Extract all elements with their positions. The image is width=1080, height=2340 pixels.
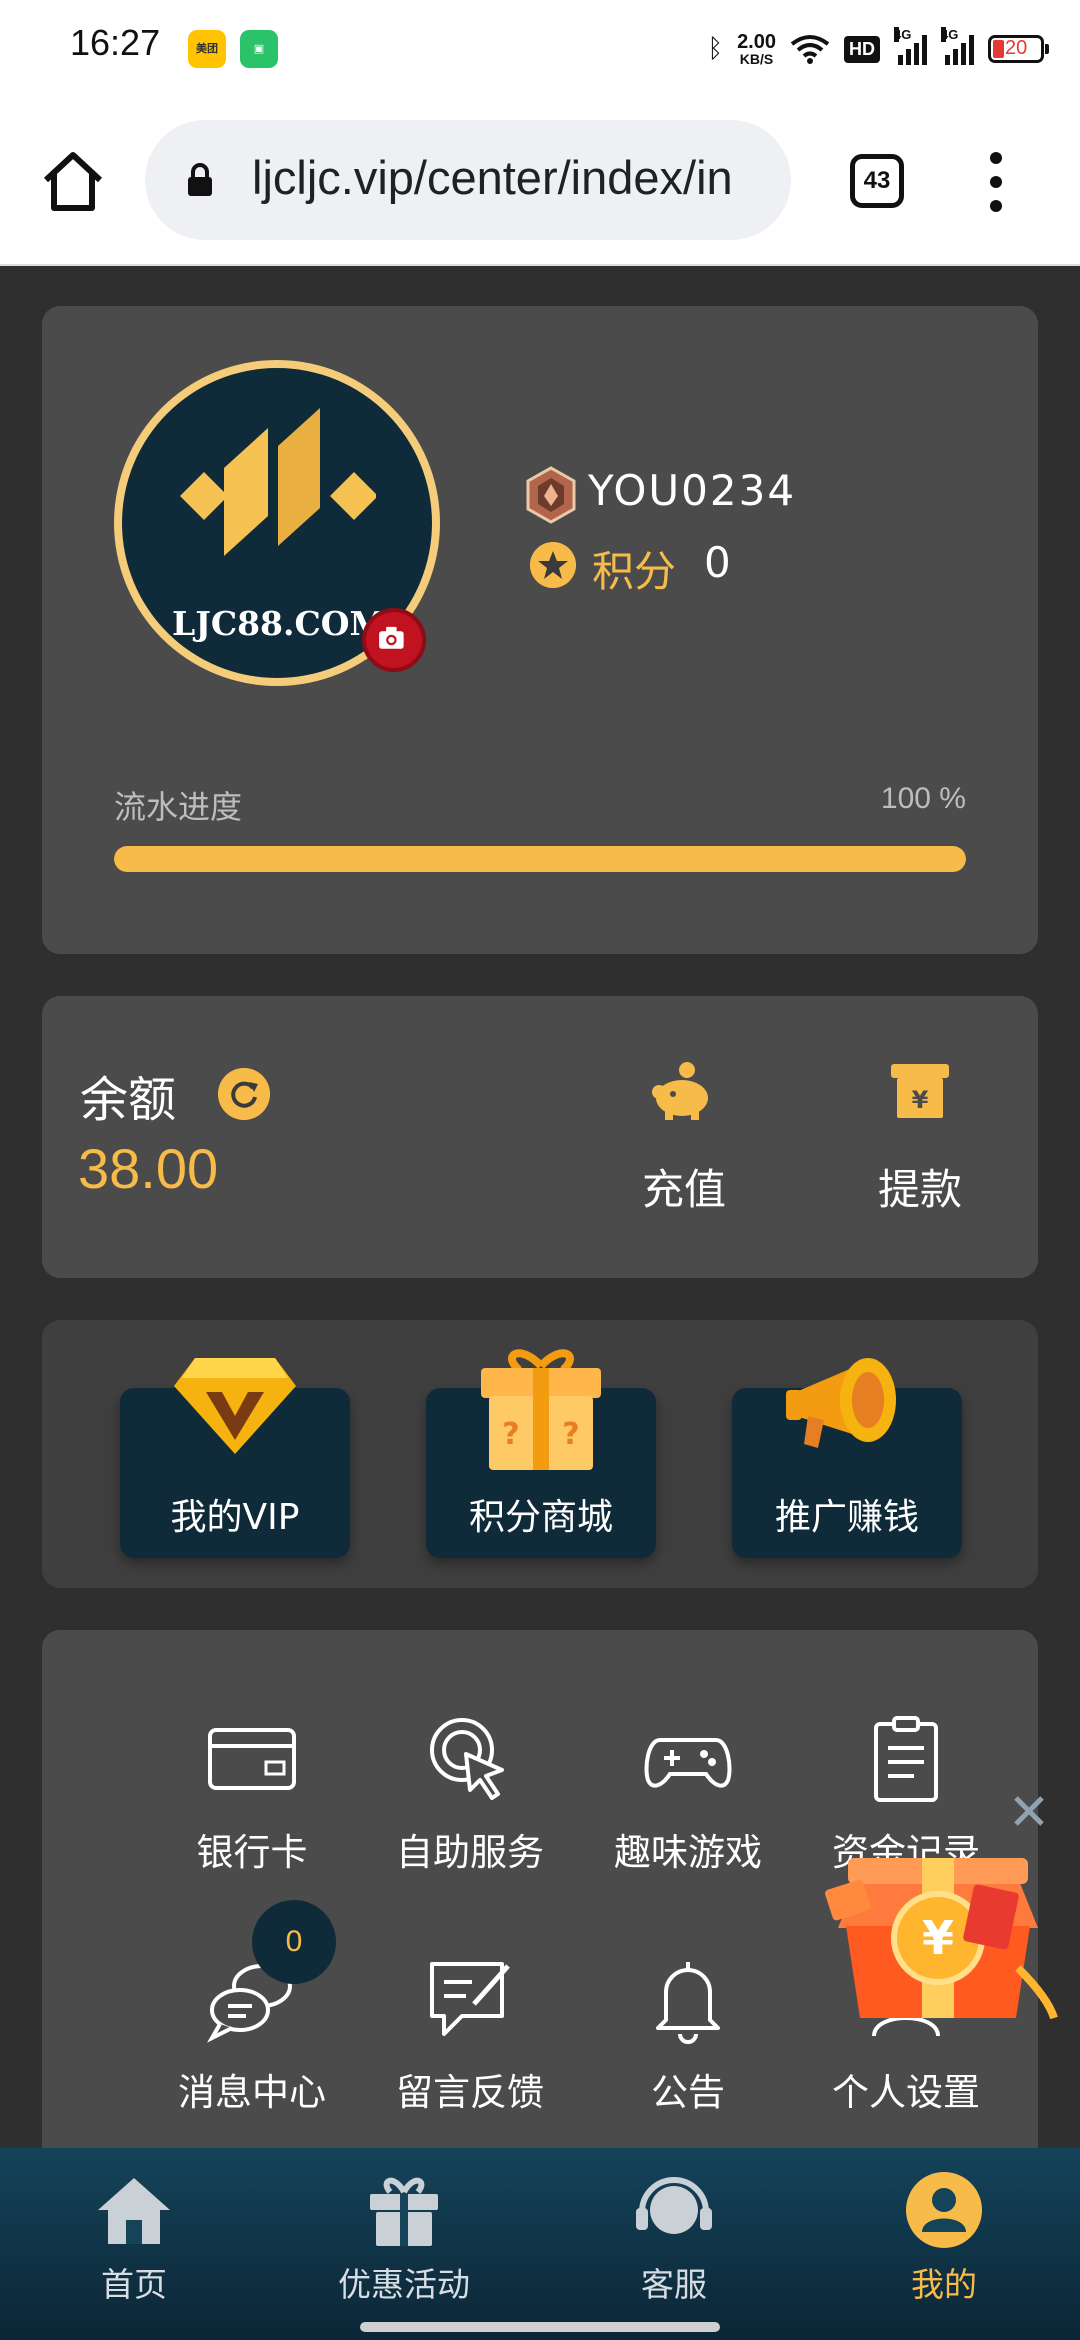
signal-icon-1: 4G xyxy=(894,27,927,65)
nav-customer-service-label: 客服 xyxy=(641,2265,707,2304)
gamepad-icon xyxy=(644,1738,732,1788)
menu-feedback-label: 留言反馈 xyxy=(396,2071,544,2114)
svg-text:¥: ¥ xyxy=(922,1911,954,1965)
star-icon xyxy=(530,542,576,588)
withdraw-button[interactable]: ¥ 提款 xyxy=(860,1056,980,1217)
shortcuts-card: 我的VIP ? ? 积分商城 推广赚钱 xyxy=(42,1320,1038,1588)
shortcut-promote-earn-label: 推广赚钱 xyxy=(774,1497,919,1538)
shortcut-points-mall[interactable]: ? ? 积分商城 xyxy=(426,1349,656,1558)
avatar-text: LJC88.COM xyxy=(172,604,387,643)
wifi-icon xyxy=(790,35,830,64)
message-count-badge: 0 xyxy=(252,1900,336,1984)
balance-label: 余额 xyxy=(80,1072,177,1128)
svg-text:¥: ¥ xyxy=(912,1086,929,1114)
gift-icon xyxy=(370,2177,438,2246)
nav-mine-label: 我的 xyxy=(911,2265,977,2304)
menu-message-center-label: 消息中心 xyxy=(178,2071,326,2114)
gesture-home-indicator[interactable] xyxy=(360,2322,720,2332)
browser-toolbar: ljcljc.vip/center/index/in 43 xyxy=(0,100,1080,266)
nav-home-label: 首页 xyxy=(101,2265,167,2304)
nav-promotions-label: 优惠活动 xyxy=(338,2265,470,2304)
nav-customer-service[interactable]: 客服 xyxy=(584,2170,764,2306)
status-indicators: ᛒ 2.00 KB/S HD 4G 4G 20 xyxy=(707,24,1049,74)
menu-self-service[interactable]: 自助服务 xyxy=(370,1710,570,1876)
bank-card-icon xyxy=(208,1728,296,1790)
megaphone-icon xyxy=(786,1358,896,1448)
signal-icon-2: 4G xyxy=(941,27,974,65)
feedback-icon xyxy=(430,1962,510,2036)
menu-message-center[interactable]: 消息中心 xyxy=(152,1950,352,2116)
menu-notice[interactable]: 公告 xyxy=(588,1950,788,2116)
menu-feedback[interactable]: 留言反馈 xyxy=(370,1950,570,2116)
turnover-progress-bar xyxy=(114,846,966,872)
signal-1-label: 4G xyxy=(894,27,912,42)
withdraw-label: 提款 xyxy=(877,1165,962,1214)
menu-fun-games[interactable]: 趣味游戏 xyxy=(588,1710,788,1876)
meituan-app-icon: 美团 xyxy=(188,30,226,68)
balance-card: 余额 38.00 充值 ¥ 提款 xyxy=(42,996,1038,1278)
withdraw-icon: ¥ xyxy=(891,1064,949,1118)
shortcut-my-vip-label: 我的VIP xyxy=(170,1497,300,1538)
vip-diamond-icon xyxy=(174,1358,296,1454)
status-bar: 16:27 美团 ▣ ᛒ 2.00 KB/S HD 4G 4G 20 xyxy=(0,0,1080,100)
clipboard-icon xyxy=(874,1716,938,1802)
svg-text:?: ? xyxy=(502,1417,519,1452)
menu-bank-card-label: 银行卡 xyxy=(196,1831,308,1874)
profile-card: LJC88.COM YOU0234 积分 0 流水进度 100 % xyxy=(42,306,1038,954)
username: YOU0234 xyxy=(588,466,797,515)
status-time: 16:27 xyxy=(70,22,161,63)
battery-icon: 20 xyxy=(988,35,1049,63)
piggy-bank-icon xyxy=(652,1062,708,1120)
browser-home-icon[interactable] xyxy=(38,146,108,216)
points-value: 0 xyxy=(704,538,731,587)
hd-voice-icon: HD xyxy=(844,35,880,63)
user-icon xyxy=(906,2172,982,2248)
shortcut-my-vip[interactable]: 我的VIP xyxy=(120,1358,350,1558)
touch-pointer-icon xyxy=(430,1718,504,1800)
network-speed-unit: KB/S xyxy=(739,51,774,67)
nav-promotions[interactable]: 优惠活动 xyxy=(314,2170,494,2306)
balance-value: 38.00 xyxy=(78,1137,219,1200)
menu-self-service-label: 自助服务 xyxy=(396,1831,544,1874)
menu-bank-card[interactable]: 银行卡 xyxy=(152,1710,352,1876)
refresh-icon[interactable] xyxy=(218,1068,270,1120)
deposit-button[interactable]: 充值 xyxy=(624,1056,744,1217)
home-icon xyxy=(98,2178,170,2244)
camera-icon[interactable] xyxy=(362,608,426,672)
url-text[interactable]: ljcljc.vip/center/index/in xyxy=(252,150,772,205)
menu-personal-settings-label: 个人设置 xyxy=(832,2071,980,2114)
floating-gift-icon[interactable]: ¥ xyxy=(818,1818,1058,2028)
nav-home[interactable]: 首页 xyxy=(44,2170,224,2306)
nav-mine[interactable]: 我的 xyxy=(854,2170,1034,2306)
bell-icon xyxy=(656,1962,720,2044)
turnover-progress-percent: 100 % xyxy=(880,782,966,815)
svg-text:?: ? xyxy=(562,1417,579,1452)
logo-icon xyxy=(180,408,376,556)
headset-icon xyxy=(636,2177,712,2234)
deposit-label: 充值 xyxy=(641,1165,726,1214)
mystery-box-icon: ? ? xyxy=(481,1349,601,1470)
points-label: 积分 xyxy=(592,547,677,596)
network-speed-value: 2.00 xyxy=(737,31,776,53)
turnover-progress-label: 流水进度 xyxy=(114,788,243,826)
shortcut-points-mall-label: 积分商城 xyxy=(468,1497,613,1538)
signal-2-label: 4G xyxy=(941,27,959,42)
chat-app-icon: ▣ xyxy=(240,30,278,68)
rank-badge-icon xyxy=(526,466,576,524)
battery-level: 20 xyxy=(1005,37,1028,59)
tab-switcher-button[interactable]: 43 xyxy=(850,154,904,208)
lock-icon xyxy=(188,163,212,196)
shortcut-promote-earn[interactable]: 推广赚钱 xyxy=(732,1358,962,1558)
browser-menu-button[interactable] xyxy=(985,152,1007,212)
network-speed: 2.00 KB/S xyxy=(737,32,776,66)
address-bar[interactable]: ljcljc.vip/center/index/in xyxy=(145,120,791,240)
menu-notice-label: 公告 xyxy=(651,2071,725,2114)
turnover-progress-fill xyxy=(114,846,966,872)
bluetooth-icon: ᛒ xyxy=(707,34,724,64)
bottom-navigation: 首页 优惠活动 客服 我的 xyxy=(0,2148,1080,2340)
menu-fun-games-label: 趣味游戏 xyxy=(614,1831,762,1874)
